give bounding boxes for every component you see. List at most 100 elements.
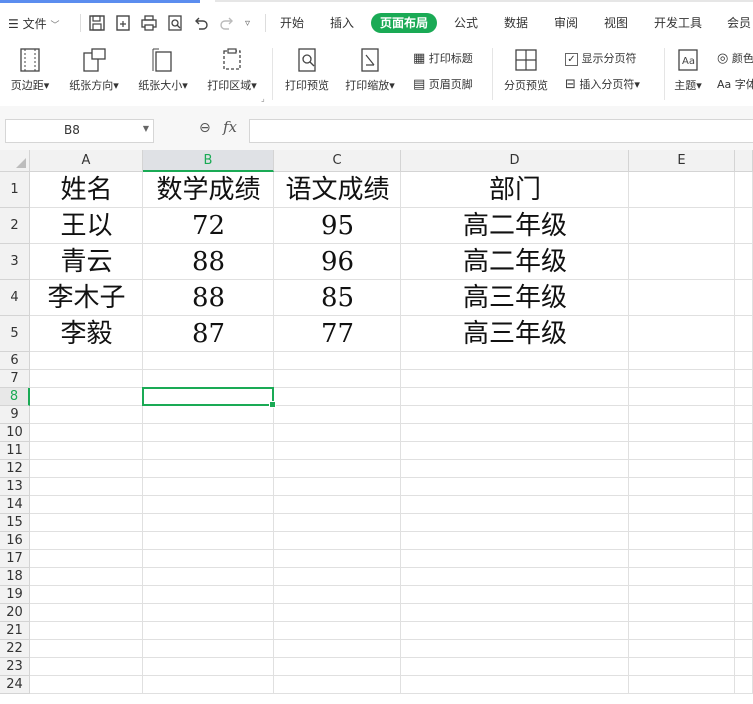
zoom-icon[interactable]: ⊖ <box>199 120 211 136</box>
grid-cell[interactable] <box>629 658 735 676</box>
row-header-1[interactable]: 1 <box>0 172 30 208</box>
grid-cell[interactable] <box>274 478 401 496</box>
grid-cell[interactable] <box>143 622 274 640</box>
grid-cell[interactable] <box>143 676 274 694</box>
print-icon[interactable] <box>140 14 158 32</box>
grid-cell[interactable] <box>274 370 401 388</box>
chevron-down-icon[interactable]: ▼ <box>143 124 149 133</box>
tab-view[interactable]: 视图 <box>604 13 628 33</box>
grid-cell[interactable] <box>629 640 735 658</box>
grid-cell[interactable] <box>735 388 753 406</box>
grid-cell[interactable] <box>629 388 735 406</box>
grid-cell[interactable] <box>143 424 274 442</box>
grid-cell[interactable] <box>401 406 629 424</box>
grid-cell[interactable] <box>143 352 274 370</box>
formula-input[interactable] <box>249 119 753 143</box>
grid-cell[interactable] <box>735 406 753 424</box>
grid-cell[interactable] <box>629 244 735 280</box>
insert-page-break-button[interactable]: ⊟ 插入分页符▾ <box>565 76 640 92</box>
grid-cell[interactable] <box>735 424 753 442</box>
grid-cell[interactable] <box>401 532 629 550</box>
grid-cell[interactable] <box>629 622 735 640</box>
row-header-17[interactable]: 17 <box>0 550 30 568</box>
grid-cell[interactable] <box>629 676 735 694</box>
tab-insert[interactable]: 插入 <box>330 13 354 33</box>
grid-cell[interactable] <box>30 406 143 424</box>
grid-cell[interactable] <box>629 370 735 388</box>
print-area-button[interactable]: 打印区域▾ <box>202 47 262 93</box>
column-header-d[interactable]: D <box>401 150 629 172</box>
grid-cell[interactable] <box>143 496 274 514</box>
grid-cell[interactable] <box>629 316 735 352</box>
grid-cell[interactable] <box>735 640 753 658</box>
grid-cell[interactable] <box>143 532 274 550</box>
grid-cell[interactable] <box>735 550 753 568</box>
grid-cell[interactable] <box>30 640 143 658</box>
grid-cell[interactable] <box>401 388 629 406</box>
grid-cell[interactable] <box>143 640 274 658</box>
grid-cell[interactable] <box>735 532 753 550</box>
grid-cell[interactable] <box>629 478 735 496</box>
export-pdf-icon[interactable] <box>114 14 132 32</box>
grid-cell[interactable] <box>274 352 401 370</box>
row-header-24[interactable]: 24 <box>0 676 30 694</box>
row-header-13[interactable]: 13 <box>0 478 30 496</box>
grid-cell[interactable] <box>274 568 401 586</box>
grid-cell[interactable] <box>401 658 629 676</box>
grid-cell[interactable] <box>30 442 143 460</box>
grid-cell[interactable] <box>143 460 274 478</box>
row-header-4[interactable]: 4 <box>0 280 30 316</box>
grid-cell[interactable] <box>143 370 274 388</box>
grid-cell[interactable] <box>30 496 143 514</box>
grid-cell[interactable] <box>30 514 143 532</box>
row-header-9[interactable]: 9 <box>0 406 30 424</box>
grid-cell[interactable] <box>735 280 753 316</box>
grid-cell[interactable] <box>30 622 143 640</box>
row-header-5[interactable]: 5 <box>0 316 30 352</box>
tab-page-layout[interactable]: 页面布局 <box>371 13 438 33</box>
row-header-19[interactable]: 19 <box>0 586 30 604</box>
grid-cell[interactable] <box>629 280 735 316</box>
grid-cell[interactable] <box>143 550 274 568</box>
tab-developer[interactable]: 开发工具 <box>654 13 702 33</box>
grid-cell[interactable] <box>274 586 401 604</box>
row-header-12[interactable]: 12 <box>0 460 30 478</box>
row-header-23[interactable]: 23 <box>0 658 30 676</box>
grid-cell[interactable] <box>30 478 143 496</box>
print-preview-button[interactable]: 打印预览 <box>280 47 334 93</box>
grid-cell[interactable] <box>30 424 143 442</box>
grid-cell[interactable] <box>274 406 401 424</box>
grid-cell[interactable] <box>30 658 143 676</box>
undo-icon[interactable] <box>192 14 210 32</box>
grid-cell[interactable] <box>274 604 401 622</box>
save-icon[interactable] <box>88 14 106 32</box>
tab-member[interactable]: 会员 <box>727 13 751 33</box>
grid-cell[interactable] <box>143 478 274 496</box>
row-header-20[interactable]: 20 <box>0 604 30 622</box>
grid-cell[interactable] <box>143 406 274 424</box>
grid-cell[interactable] <box>274 550 401 568</box>
grid-cell[interactable] <box>274 424 401 442</box>
grid-cell[interactable] <box>735 514 753 532</box>
row-header-6[interactable]: 6 <box>0 352 30 370</box>
grid-cell[interactable] <box>274 622 401 640</box>
grid-cell[interactable] <box>735 172 753 208</box>
grid-cell[interactable] <box>401 496 629 514</box>
grid-cell[interactable] <box>143 514 274 532</box>
grid-cell[interactable] <box>735 586 753 604</box>
grid-cell[interactable] <box>629 172 735 208</box>
grid-cell[interactable] <box>143 568 274 586</box>
row-header-14[interactable]: 14 <box>0 496 30 514</box>
row-header-22[interactable]: 22 <box>0 640 30 658</box>
tab-data[interactable]: 数据 <box>504 13 528 33</box>
grid-cell[interactable] <box>735 658 753 676</box>
grid-cell[interactable] <box>274 460 401 478</box>
grid-cell[interactable] <box>30 550 143 568</box>
grid-cell[interactable] <box>401 442 629 460</box>
function-icon[interactable]: fx <box>223 118 237 136</box>
grid-cell[interactable] <box>735 604 753 622</box>
grid-cell[interactable] <box>30 460 143 478</box>
grid-cell[interactable] <box>30 604 143 622</box>
theme-button[interactable]: Aa 主题▾ <box>670 47 706 93</box>
column-header-f[interactable] <box>735 150 753 172</box>
